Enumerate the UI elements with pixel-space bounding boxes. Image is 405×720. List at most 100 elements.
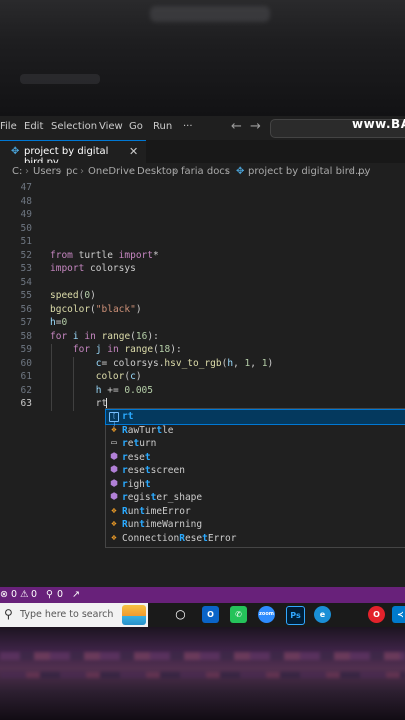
close-icon[interactable]: ✕ — [129, 145, 138, 158]
menu-selection[interactable]: Selection — [51, 121, 97, 132]
search-highlight-image — [122, 605, 146, 625]
line-number: 61 — [20, 371, 32, 382]
class-icon: ❖ — [111, 519, 117, 529]
error-icon[interactable]: ⊗ — [0, 589, 8, 600]
function-icon: ⬢ — [110, 465, 118, 475]
line-number: 48 — [20, 195, 32, 207]
suggestion-label: ConnectionResetError — [122, 532, 237, 544]
function-icon: ⬢ — [110, 478, 118, 489]
function-icon: ⬢ — [110, 492, 118, 502]
suggestion-label: return — [122, 438, 157, 449]
breadcrumb-pc[interactable]: pc — [66, 166, 78, 177]
chevron-right-icon: › — [25, 166, 29, 177]
menu-bar: File Edit Selection View Go Run ··· ← → … — [0, 116, 405, 140]
line-number: 54 — [20, 276, 32, 288]
back-arrow-icon[interactable]: ← — [231, 119, 242, 134]
whatsapp-icon[interactable]: ✆ — [230, 606, 247, 623]
taskbar-search-box[interactable]: ⚲ Type here to search — [0, 603, 148, 627]
line-number: 56 — [20, 303, 32, 315]
ports-count[interactable]: 0 — [57, 589, 63, 600]
breadcrumb-users[interactable]: Users — [33, 166, 61, 177]
line-number: 50 — [20, 222, 32, 234]
code-line-53: import colorsys — [50, 263, 136, 274]
line-number: 53 — [20, 263, 32, 274]
code-line-63: rt — [50, 398, 108, 409]
menu-edit[interactable]: Edit — [24, 121, 43, 132]
suggestion-label: RuntimeWarning — [122, 519, 203, 530]
line-number: 58 — [20, 330, 32, 342]
menu-more[interactable]: ··· — [183, 121, 193, 132]
python-file-icon: ✥ — [11, 146, 20, 157]
suggestion-label: RuntimeError — [122, 505, 191, 517]
search-icon: ⚲ — [4, 607, 13, 621]
warning-icon[interactable]: ⚠ — [20, 589, 29, 600]
menu-go[interactable]: Go — [129, 121, 143, 132]
error-count[interactable]: 0 — [11, 589, 17, 600]
suggestion-label: rt — [122, 411, 134, 422]
code-line-59: for j in range(18): — [72, 344, 182, 355]
class-icon: ❖ — [111, 532, 117, 543]
suggestion-item[interactable]: ❖ ConnectionResetError — [106, 532, 405, 546]
vscode-icon[interactable]: ≺ — [392, 606, 405, 623]
line-number: 49 — [20, 209, 32, 220]
line-number-current: 63 — [20, 398, 32, 409]
breadcrumb-drive[interactable]: C: — [12, 166, 22, 177]
suggestion-item[interactable]: [ ] rt — [105, 409, 405, 428]
outlook-icon[interactable]: O — [202, 606, 219, 623]
editor-tab-bar: ✥ project by digital bird.py ✕ — [0, 140, 405, 168]
line-number: 62 — [20, 384, 32, 396]
menu-view[interactable]: View — [99, 121, 123, 132]
suggestion-label: right — [122, 478, 151, 490]
code-line-61: color(c) — [95, 371, 142, 382]
warning-count[interactable]: 0 — [31, 589, 37, 600]
forward-arrow-icon[interactable]: → — [250, 119, 261, 134]
ports-icon[interactable]: ⚲ — [46, 589, 53, 600]
variable-icon: [ ] — [109, 412, 119, 428]
autocomplete-suggestions[interactable]: [ ] rt ❖ RawTurtle ▭ return ⬢ reset ⬢ re… — [105, 408, 405, 548]
blurred-shape — [150, 6, 270, 22]
suggestion-item[interactable]: ⬢ reset — [106, 451, 405, 465]
windows-taskbar: ⚲ Type here to search ○ O ✆ zoom Ps e O … — [0, 603, 405, 627]
menu-file[interactable]: File — [0, 121, 17, 132]
suggestion-item[interactable]: ❖ RuntimeError — [106, 505, 405, 519]
task-view-icon[interactable]: ○ — [172, 606, 189, 623]
chevron-right-icon: › — [173, 166, 177, 177]
tab-project-file[interactable]: ✥ project by digital bird.py ✕ — [0, 140, 146, 168]
suggestion-item[interactable]: ⬢ resetscreen — [106, 464, 405, 478]
code-line-58: for i in range(16): — [50, 330, 159, 342]
code-line-55: speed(0) — [50, 290, 96, 301]
suggestion-item[interactable]: ⬢ right — [106, 478, 405, 492]
menu-run[interactable]: Run — [153, 121, 172, 132]
suggestion-label: reset — [122, 451, 151, 463]
blurred-background-top — [0, 0, 405, 116]
opera-icon[interactable]: O — [368, 606, 385, 623]
zoom-icon[interactable]: zoom — [258, 606, 275, 623]
breadcrumb-symbol[interactable]: ... — [357, 166, 367, 177]
suggestion-item[interactable]: ❖ RuntimeWarning — [106, 518, 405, 532]
chevron-right-icon: › — [129, 166, 133, 177]
suggestion-item[interactable]: ▭ return — [106, 437, 405, 451]
live-share-icon[interactable]: ↗ — [72, 589, 80, 600]
blurred-shape — [20, 74, 100, 84]
chevron-right-icon: › — [80, 166, 84, 177]
class-icon: ❖ — [111, 424, 117, 435]
chevron-right-icon: › — [349, 166, 353, 177]
photoshop-icon[interactable]: Ps — [286, 606, 305, 625]
code-line-56: bgcolor("black") — [50, 303, 142, 315]
breadcrumb-faria-docs[interactable]: faria docs — [181, 166, 230, 177]
suggestion-label: RawTurtle — [122, 424, 174, 436]
suggestion-item[interactable]: ⬢ register_shape — [106, 491, 405, 505]
edge-icon[interactable]: e — [314, 606, 331, 623]
code-line-60: c= colorsys.hsv_to_rgb(h, 1, 1) — [95, 357, 274, 369]
blurred-shape — [0, 672, 405, 678]
search-placeholder: Type here to search — [20, 609, 114, 620]
breadcrumb: C: › Users › pc › OneDrive › Desktop › f… — [0, 163, 405, 181]
blurred-background-bottom — [0, 627, 405, 720]
function-icon: ⬢ — [110, 451, 118, 462]
suggestion-item[interactable]: ❖ RawTurtle — [106, 424, 405, 438]
breadcrumb-onedrive[interactable]: OneDrive — [88, 166, 135, 177]
line-number: 59 — [20, 344, 32, 355]
class-icon: ❖ — [111, 505, 117, 516]
chevron-right-icon: › — [58, 166, 62, 177]
line-number: 47 — [20, 182, 32, 193]
